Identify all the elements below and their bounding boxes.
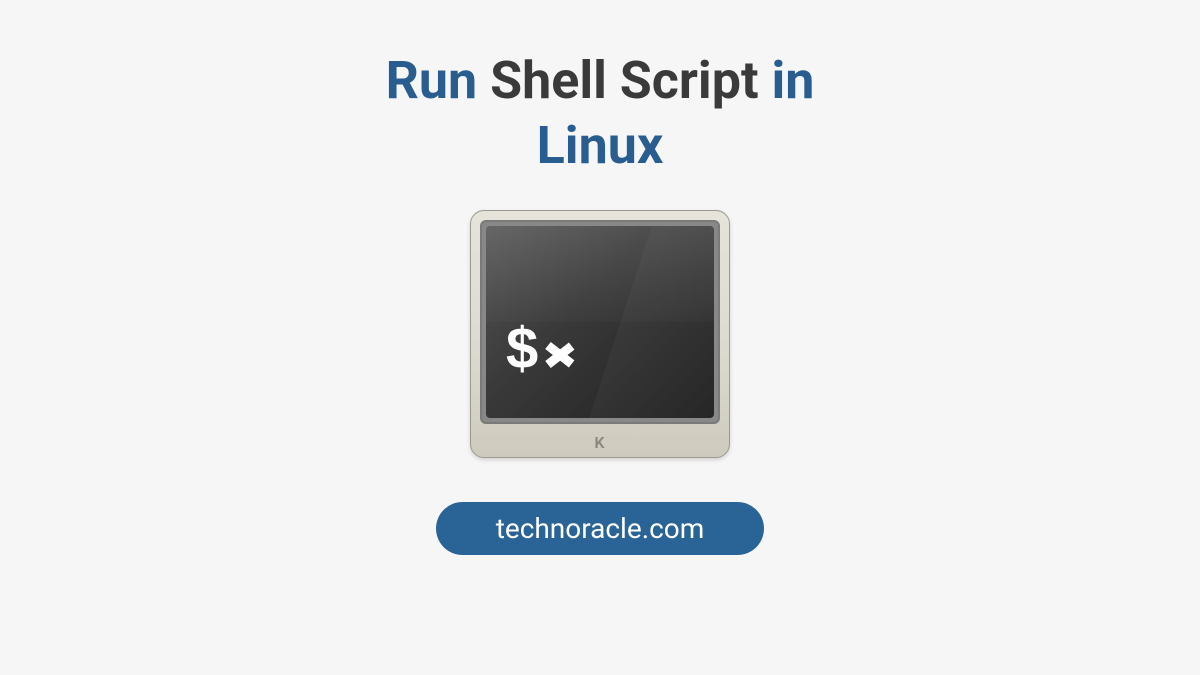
chevron-right-icon — [548, 335, 580, 375]
title-word-in: in — [771, 50, 814, 111]
dollar-sign-icon: $ — [506, 320, 538, 378]
terminal-screen: $ — [486, 226, 714, 418]
terminal-prompt: $ — [506, 320, 580, 378]
title-word-shell-script: Shell Script — [490, 50, 758, 111]
title-word-linux: Linux — [537, 115, 664, 176]
title-word-run: Run — [386, 50, 478, 111]
terminal-icon: $ K — [470, 210, 730, 458]
terminal-brand-letter: K — [470, 433, 730, 452]
page-title: Run Shell Script in Linux — [386, 48, 815, 178]
site-badge: technoracle.com — [436, 502, 765, 555]
